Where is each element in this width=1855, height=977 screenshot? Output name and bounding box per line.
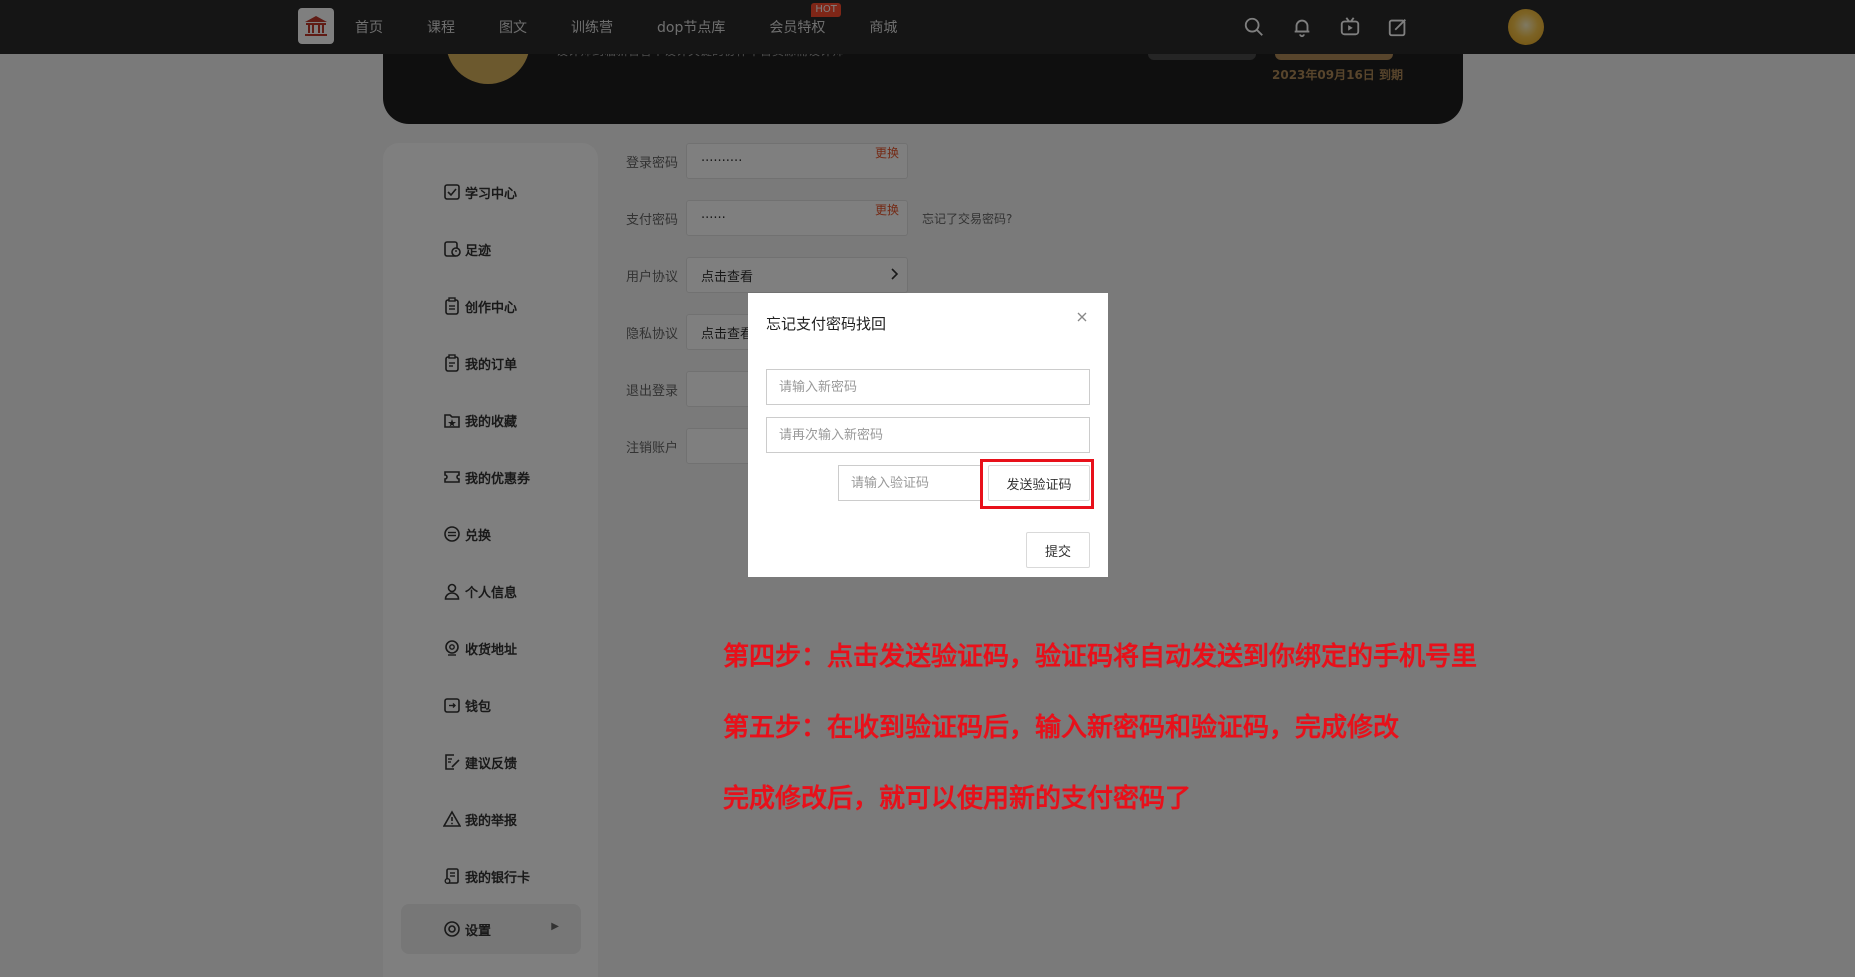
- confirm-password-input[interactable]: [766, 417, 1090, 453]
- send-code-button[interactable]: 发送验证码: [988, 465, 1090, 501]
- forgot-pay-password-dialog: 忘记支付密码找回 发送验证码 提交: [748, 293, 1108, 577]
- instruction-step5: 第五步：在收到验证码后，输入新密码和验证码，完成修改: [723, 713, 1400, 743]
- close-icon[interactable]: [1075, 310, 1089, 324]
- new-password-input[interactable]: [766, 369, 1090, 405]
- instruction-done: 完成修改后，就可以使用新的支付密码了: [723, 784, 1192, 814]
- submit-button[interactable]: 提交: [1026, 532, 1090, 568]
- verification-code-input[interactable]: [838, 465, 982, 501]
- dialog-title: 忘记支付密码找回: [766, 315, 887, 333]
- instruction-step4: 第四步：点击发送验证码，验证码将自动发送到你绑定的手机号里: [723, 642, 1478, 672]
